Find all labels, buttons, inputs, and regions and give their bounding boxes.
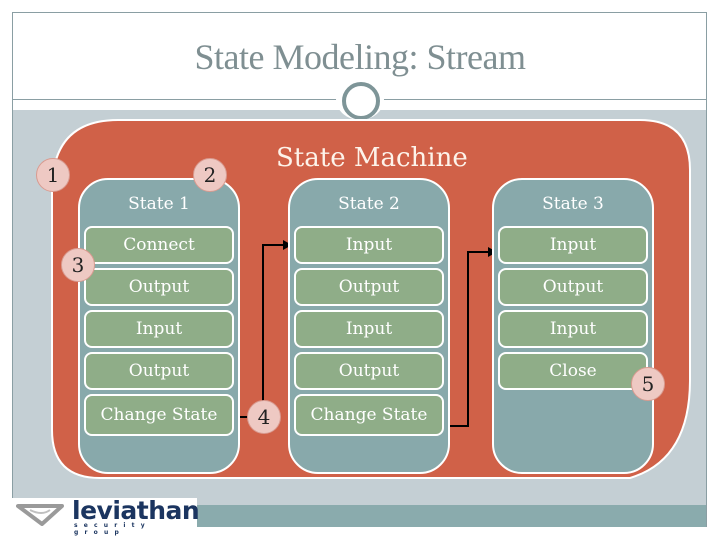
step-output: Output — [84, 352, 234, 390]
step-change-state: Change State — [294, 394, 444, 436]
state-title: State 1 — [128, 194, 190, 214]
state-1: State 1 Connect Output Input Output Chan… — [78, 178, 240, 474]
logo-tagline: security group — [74, 522, 151, 536]
step-output: Output — [294, 268, 444, 306]
step-input: Input — [498, 226, 648, 264]
state-title: State 3 — [542, 194, 604, 214]
step-output: Output — [84, 268, 234, 306]
step-output: Output — [294, 352, 444, 390]
badge-1: 1 — [36, 158, 70, 192]
step-close: Close — [498, 352, 648, 390]
state-title: State 2 — [338, 194, 400, 214]
badge-5: 5 — [631, 367, 665, 401]
logo-wordmark: leviathan — [72, 496, 200, 525]
step-output: Output — [498, 268, 648, 306]
step-input: Input — [498, 310, 648, 348]
state-3: State 3 Input Output Input Close — [492, 178, 654, 474]
badge-3: 3 — [61, 248, 95, 282]
badge-4: 4 — [247, 400, 281, 434]
state-2: State 2 Input Output Input Output Change… — [288, 178, 450, 474]
badge-2: 2 — [193, 158, 227, 192]
step-input: Input — [84, 310, 234, 348]
step-input: Input — [294, 226, 444, 264]
step-change-state: Change State — [84, 394, 234, 436]
shield-icon — [16, 504, 64, 526]
step-connect: Connect — [84, 226, 234, 264]
company-logo: leviathan security group — [12, 496, 200, 536]
step-input: Input — [294, 310, 444, 348]
state-machine-label: State Machine — [276, 143, 468, 173]
